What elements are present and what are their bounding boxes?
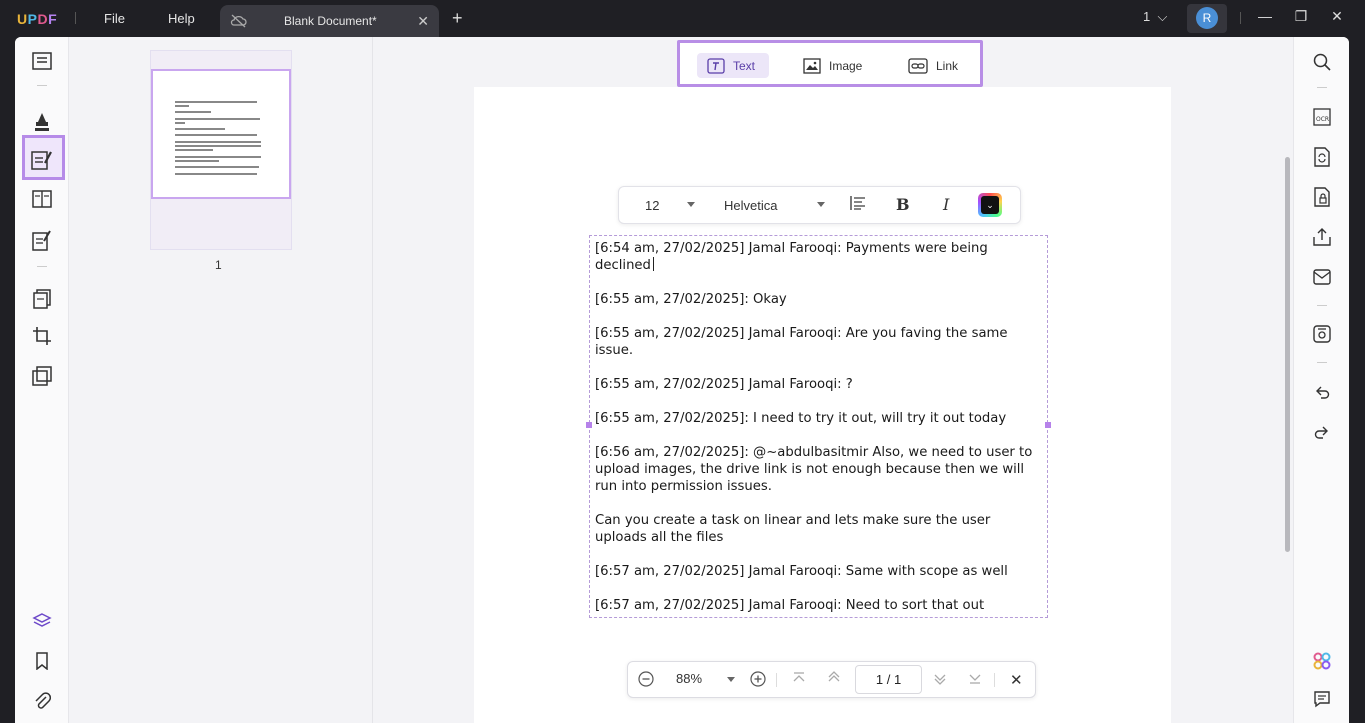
protect-icon[interactable] xyxy=(1312,187,1332,207)
toolbar-divider xyxy=(37,85,47,86)
resize-handle-left[interactable] xyxy=(586,422,592,428)
zoom-toolbar: 88% 1 / 1 ✕ xyxy=(627,661,1036,698)
text-line[interactable]: [6:57 am, 27/02/2025] Jamal Farooqi: Nee… xyxy=(595,597,1043,614)
bold-button[interactable]: B xyxy=(896,195,910,214)
bookmark-icon[interactable] xyxy=(30,649,54,673)
share-icon[interactable] xyxy=(1312,227,1332,247)
first-page-icon[interactable] xyxy=(792,671,806,688)
thumbnail-page-number: 1 xyxy=(215,258,222,272)
font-size-dropdown-icon[interactable] xyxy=(687,202,695,207)
tab-title: Blank Document* xyxy=(284,14,377,28)
toolbar-divider xyxy=(994,673,995,687)
cloud-off-icon xyxy=(230,13,248,34)
right-toolbar: OCR xyxy=(1293,37,1349,723)
close-window-icon[interactable]: ✕ xyxy=(1327,8,1347,25)
organize-pages-icon[interactable] xyxy=(30,287,54,311)
image-tool-label: Image xyxy=(829,58,863,73)
main-area: 1 Text Image Link 12 Helvetica B I ⌄ [6:… xyxy=(15,37,1349,723)
page-number-input[interactable]: 1 / 1 xyxy=(855,665,922,694)
next-page-icon[interactable] xyxy=(933,671,947,688)
text-line[interactable]: [6:55 am, 27/02/2025] Jamal Farooqi: Are… xyxy=(595,325,1043,359)
resize-handle-right[interactable] xyxy=(1045,422,1051,428)
font-size-select[interactable]: 12 xyxy=(645,198,659,213)
italic-button[interactable]: I xyxy=(943,195,949,214)
close-tab-icon[interactable]: ✕ xyxy=(417,13,429,30)
toolbar-divider xyxy=(1317,87,1327,88)
text-format-toolbar: 12 Helvetica B I ⌄ xyxy=(618,186,1021,224)
redo-icon[interactable] xyxy=(1312,421,1332,441)
link-tool-button[interactable]: Link xyxy=(908,53,958,78)
text-cursor xyxy=(652,257,654,271)
vertical-scrollbar[interactable] xyxy=(1285,157,1290,552)
page-thumbnail[interactable] xyxy=(150,50,292,250)
text-tool-label: Text xyxy=(733,58,756,73)
insert-toolbar: Text Image Link xyxy=(677,40,983,87)
page-organize-icon[interactable] xyxy=(30,187,54,211)
align-left-icon[interactable] xyxy=(850,195,866,216)
comments-panel-icon[interactable] xyxy=(1312,689,1332,709)
ai-assistant-icon[interactable] xyxy=(1312,651,1332,671)
svg-text:OCR: OCR xyxy=(1316,116,1329,123)
save-icon[interactable] xyxy=(1312,324,1332,344)
chevron-down-icon: ⌄ xyxy=(981,196,999,214)
tools-icon[interactable] xyxy=(30,364,54,388)
search-icon[interactable] xyxy=(1312,52,1332,72)
thumbnail-panel: 1 xyxy=(70,37,373,723)
toolbar-divider xyxy=(1317,305,1327,306)
email-icon[interactable] xyxy=(1312,267,1332,287)
page-count-dropdown[interactable]: 1 ⌵ xyxy=(1143,9,1167,25)
thumbnail-preview xyxy=(151,69,291,199)
convert-icon[interactable] xyxy=(1312,147,1332,167)
previous-page-icon[interactable] xyxy=(827,671,841,688)
restore-icon[interactable]: ❐ xyxy=(1291,8,1311,25)
attachment-icon[interactable] xyxy=(30,689,54,713)
crop-icon[interactable] xyxy=(30,324,54,348)
ocr-icon[interactable]: OCR xyxy=(1312,107,1332,127)
reader-icon[interactable] xyxy=(30,49,54,73)
zoom-dropdown-icon[interactable] xyxy=(727,677,735,682)
zoom-out-icon[interactable] xyxy=(638,671,654,690)
font-family-select[interactable]: Helvetica xyxy=(724,198,777,213)
toolbar-divider xyxy=(1317,362,1327,363)
title-divider xyxy=(75,12,76,24)
new-tab-icon[interactable]: + xyxy=(452,8,463,29)
text-color-button[interactable]: ⌄ xyxy=(978,193,1002,217)
toolbar-divider xyxy=(37,266,47,267)
avatar[interactable]: R xyxy=(1196,7,1218,29)
link-tool-label: Link xyxy=(936,58,959,73)
comment-highlighter-icon[interactable] xyxy=(30,109,54,133)
text-line: [6:54 am, 27/02/2025] Jamal Farooqi: Pay… xyxy=(595,241,992,273)
last-page-icon[interactable] xyxy=(968,671,982,688)
close-toolbar-icon[interactable]: ✕ xyxy=(1010,671,1023,689)
text-line[interactable]: [6:55 am, 27/02/2025]: Okay xyxy=(595,291,1043,308)
text-tool-button[interactable]: Text xyxy=(697,53,769,78)
form-edit-icon[interactable] xyxy=(30,228,54,252)
document-text[interactable]: [6:54 am, 27/02/2025] Jamal Farooqi: Pay… xyxy=(595,240,1043,631)
edit-pdf-icon[interactable] xyxy=(30,148,54,172)
text-line[interactable]: [6:55 am, 27/02/2025] Jamal Farooqi: ? xyxy=(595,376,1043,393)
toolbar-divider xyxy=(776,673,777,687)
title-bar: UPDF File Help Blank Document* ✕ + 1 ⌵ R… xyxy=(0,0,1365,37)
zoom-in-icon[interactable] xyxy=(750,671,766,690)
font-family-dropdown-icon[interactable] xyxy=(817,202,825,207)
text-editing-box[interactable]: [6:54 am, 27/02/2025] Jamal Farooqi: Pay… xyxy=(586,235,1051,618)
app-logo[interactable]: UPDF xyxy=(17,11,57,27)
title-divider xyxy=(1240,12,1241,24)
minimize-icon[interactable]: — xyxy=(1255,8,1275,24)
layers-icon[interactable] xyxy=(30,609,54,633)
undo-icon[interactable] xyxy=(1312,381,1332,401)
text-line[interactable]: [6:57 am, 27/02/2025] Jamal Farooqi: Sam… xyxy=(595,563,1043,580)
text-line[interactable]: [6:55 am, 27/02/2025]: I need to try it … xyxy=(595,410,1043,427)
text-line[interactable]: [6:56 am, 27/02/2025]: @~abdulbasitmir A… xyxy=(595,444,1043,495)
document-tab[interactable]: Blank Document* ✕ xyxy=(220,5,439,37)
image-tool-button[interactable]: Image xyxy=(803,53,862,78)
menu-help[interactable]: Help xyxy=(168,11,195,26)
left-toolbar xyxy=(15,37,69,723)
zoom-level[interactable]: 88% xyxy=(676,671,702,686)
text-line[interactable]: Can you create a task on linear and lets… xyxy=(595,512,1043,546)
link-icon xyxy=(908,57,928,74)
image-icon xyxy=(803,57,821,74)
menu-file[interactable]: File xyxy=(104,11,125,26)
text-tool-icon xyxy=(707,57,725,74)
